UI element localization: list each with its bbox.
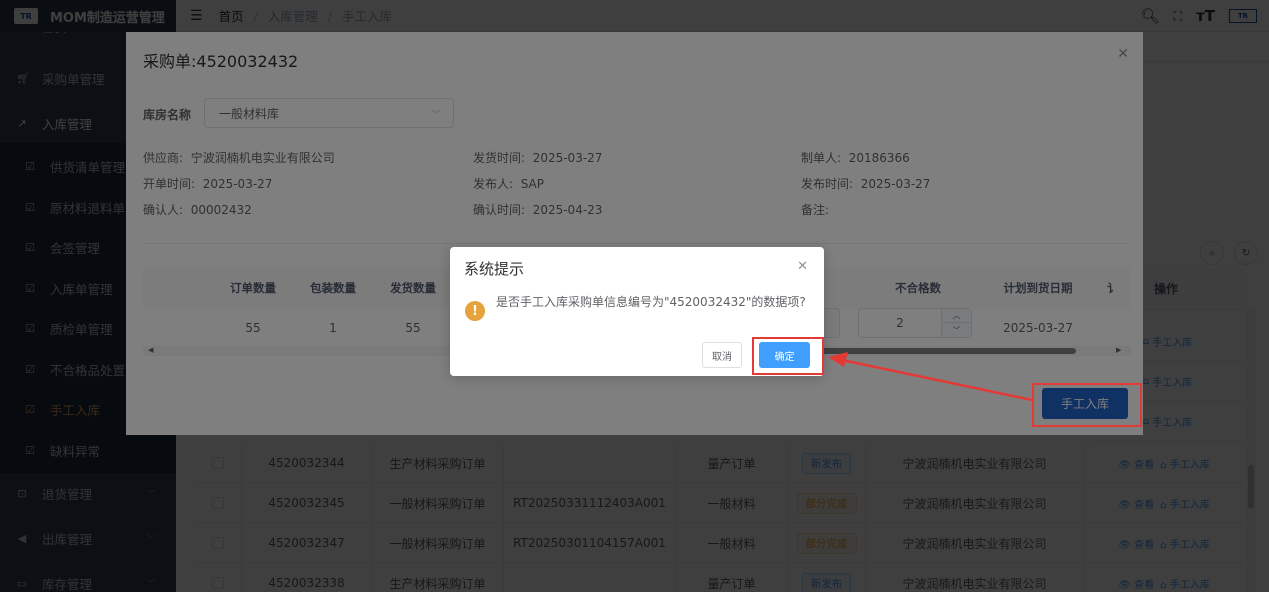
- annotation-arrow-icon: [828, 352, 1033, 402]
